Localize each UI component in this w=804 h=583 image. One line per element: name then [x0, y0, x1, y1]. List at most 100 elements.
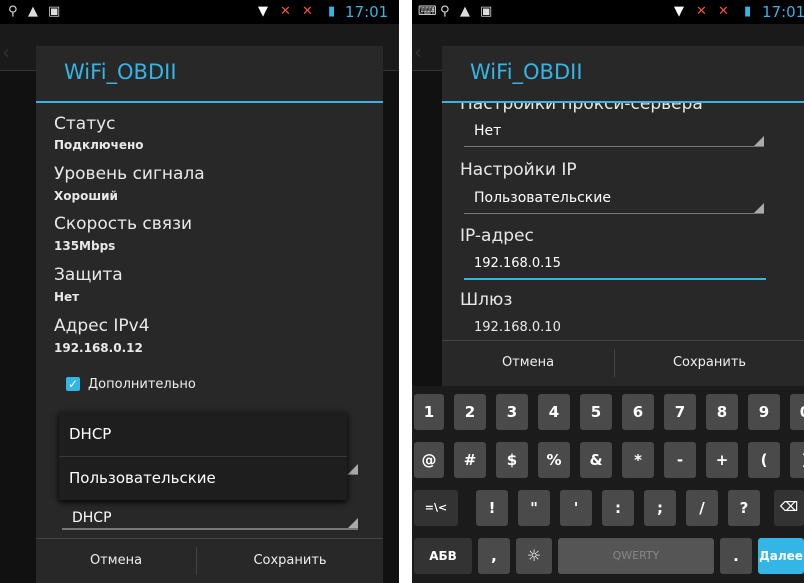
- key-semicolon[interactable]: ;: [644, 490, 676, 526]
- spinner-value: Нет: [474, 123, 502, 139]
- ip-address-input[interactable]: 192.168.0.15: [464, 252, 766, 280]
- no-signal-icon: ✕: [302, 4, 313, 19]
- dialog-button-row: Отмена Сохранить: [442, 340, 804, 385]
- key-minus[interactable]: -: [664, 442, 696, 478]
- battery-icon: ▮: [328, 4, 336, 19]
- backspace-icon: ⌫: [779, 500, 799, 515]
- clock: 17:01: [345, 3, 389, 21]
- ip-mode-popup: DHCP Пользовательские: [59, 412, 347, 500]
- wifi-icon: ▼: [258, 4, 268, 19]
- dropdown-arrow-icon: [348, 518, 358, 528]
- search-icon: ⚲: [8, 4, 18, 19]
- key-comma[interactable]: ,: [478, 538, 510, 574]
- dropdown-arrow-icon: [348, 464, 358, 474]
- wifi-details-dialog: WiFi_OBDII Статус Подключено Уровень сиг…: [36, 46, 383, 583]
- ip-settings-spinner[interactable]: Пользовательские: [464, 187, 764, 214]
- spinner-underline: [62, 529, 358, 530]
- wifi-settings-dialog: WiFi_OBDII Настройки прокси-сервера Нет …: [442, 46, 804, 386]
- security-value: Нет: [54, 290, 80, 304]
- key-at[interactable]: @: [414, 442, 444, 478]
- key-more-symbols[interactable]: =\<: [414, 490, 458, 526]
- settings-globe-icon: ☼: [526, 546, 542, 565]
- key-0[interactable]: 0: [790, 394, 804, 430]
- key-close-paren[interactable]: ): [790, 442, 804, 478]
- key-1[interactable]: 1: [414, 394, 444, 430]
- ipv4-value: 192.168.0.12: [54, 341, 143, 355]
- gateway-label: Шлюз: [460, 290, 513, 310]
- key-hash[interactable]: #: [454, 442, 486, 478]
- key-2[interactable]: 2: [454, 394, 486, 430]
- no-signal-icon: ✕: [696, 4, 707, 19]
- status-bar: ⌨ ⚲ ▲ ▣ ▼ ✕ ✕ ▮ 17:01: [412, 0, 804, 24]
- key-percent[interactable]: %: [538, 442, 570, 478]
- key-3[interactable]: 3: [496, 394, 528, 430]
- key-6[interactable]: 6: [622, 394, 654, 430]
- popup-option-static[interactable]: Пользовательские: [59, 456, 347, 500]
- key-open-paren[interactable]: (: [748, 442, 780, 478]
- key-7[interactable]: 7: [664, 394, 696, 430]
- ip-settings-label: Настройки IP: [460, 160, 577, 180]
- status-value: Подключено: [54, 138, 144, 152]
- save-button[interactable]: Сохранить: [615, 341, 804, 385]
- key-plus[interactable]: +: [706, 442, 738, 478]
- ip-address-value: 192.168.0.15: [474, 256, 561, 271]
- key-4[interactable]: 4: [538, 394, 570, 430]
- proxy-label: Настройки прокси-сервера: [460, 94, 703, 114]
- image-icon: ▣: [480, 4, 493, 19]
- status-label: Статус: [54, 114, 116, 134]
- advanced-label: Дополнительно: [88, 377, 196, 392]
- ip-address-label: IP-адрес: [460, 226, 534, 246]
- back-chevron-icon: ‹: [414, 40, 422, 64]
- image-icon: ▣: [48, 4, 61, 19]
- key-colon[interactable]: :: [602, 490, 634, 526]
- signal-value: Хороший: [54, 189, 118, 203]
- key-dollar[interactable]: $: [496, 442, 528, 478]
- signal-label: Уровень сигнала: [54, 164, 205, 184]
- key-9[interactable]: 9: [748, 394, 780, 430]
- popup-option-dhcp[interactable]: DHCP: [59, 412, 347, 457]
- spinner-value: DHCP: [72, 510, 112, 526]
- gateway-value[interactable]: 192.168.0.10: [474, 320, 561, 335]
- key-double-quote[interactable]: ": [518, 490, 550, 526]
- proxy-spinner[interactable]: Нет: [464, 120, 764, 147]
- dropdown-arrow-icon: [754, 203, 764, 213]
- no-signal-icon: ✕: [718, 4, 729, 19]
- key-5[interactable]: 5: [580, 394, 612, 430]
- advanced-checkbox[interactable]: ✓: [66, 377, 80, 391]
- back-chevron-icon: ‹: [2, 40, 10, 64]
- backspace-key[interactable]: ⌫: [774, 490, 804, 526]
- save-button[interactable]: Сохранить: [197, 539, 383, 583]
- title-divider: [442, 101, 804, 103]
- key-next[interactable]: Далее: [758, 538, 804, 574]
- no-signal-icon: ✕: [280, 4, 291, 19]
- key-period[interactable]: .: [720, 538, 752, 574]
- cancel-button[interactable]: Отмена: [36, 539, 196, 583]
- key-space[interactable]: QWERTY: [558, 538, 714, 574]
- wifi-icon: ▼: [674, 4, 684, 19]
- status-bar: ⚲ ▲ ▣ ▼ ✕ ✕ ▮ 17:01: [0, 0, 399, 24]
- title-divider: [36, 101, 383, 103]
- dialog-title: WiFi_OBDII: [64, 60, 177, 84]
- key-letters[interactable]: АБВ: [414, 538, 472, 574]
- dropdown-arrow-icon: [754, 136, 764, 146]
- ipv4-label: Адрес IPv4: [54, 316, 150, 336]
- key-single-quote[interactable]: ': [560, 490, 592, 526]
- key-asterisk[interactable]: *: [622, 442, 654, 478]
- key-slash[interactable]: /: [686, 490, 718, 526]
- warning-icon: ▲: [28, 4, 38, 19]
- warning-icon: ▲: [460, 4, 470, 19]
- ip-settings-spinner[interactable]: DHCP: [62, 502, 358, 528]
- search-icon: ⚲: [440, 4, 450, 19]
- right-phone-screen: ⌨ ⚲ ▲ ▣ ▼ ✕ ✕ ▮ 17:01 ‹ WiFi_OBDII Настр…: [412, 0, 804, 583]
- battery-icon: ▮: [744, 4, 752, 19]
- keyboard-icon: ⌨: [418, 4, 437, 19]
- key-8[interactable]: 8: [706, 394, 738, 430]
- security-label: Защита: [54, 265, 123, 285]
- key-question[interactable]: ?: [728, 490, 760, 526]
- spinner-value: Пользовательские: [474, 190, 611, 206]
- key-exclamation[interactable]: !: [476, 490, 508, 526]
- key-settings[interactable]: ☼: [516, 538, 552, 574]
- key-ampersand[interactable]: &: [580, 442, 612, 478]
- cancel-button[interactable]: Отмена: [442, 341, 614, 385]
- left-phone-screen: ⚲ ▲ ▣ ▼ ✕ ✕ ▮ 17:01 ‹ WiFi_OBDII Статус …: [0, 0, 399, 583]
